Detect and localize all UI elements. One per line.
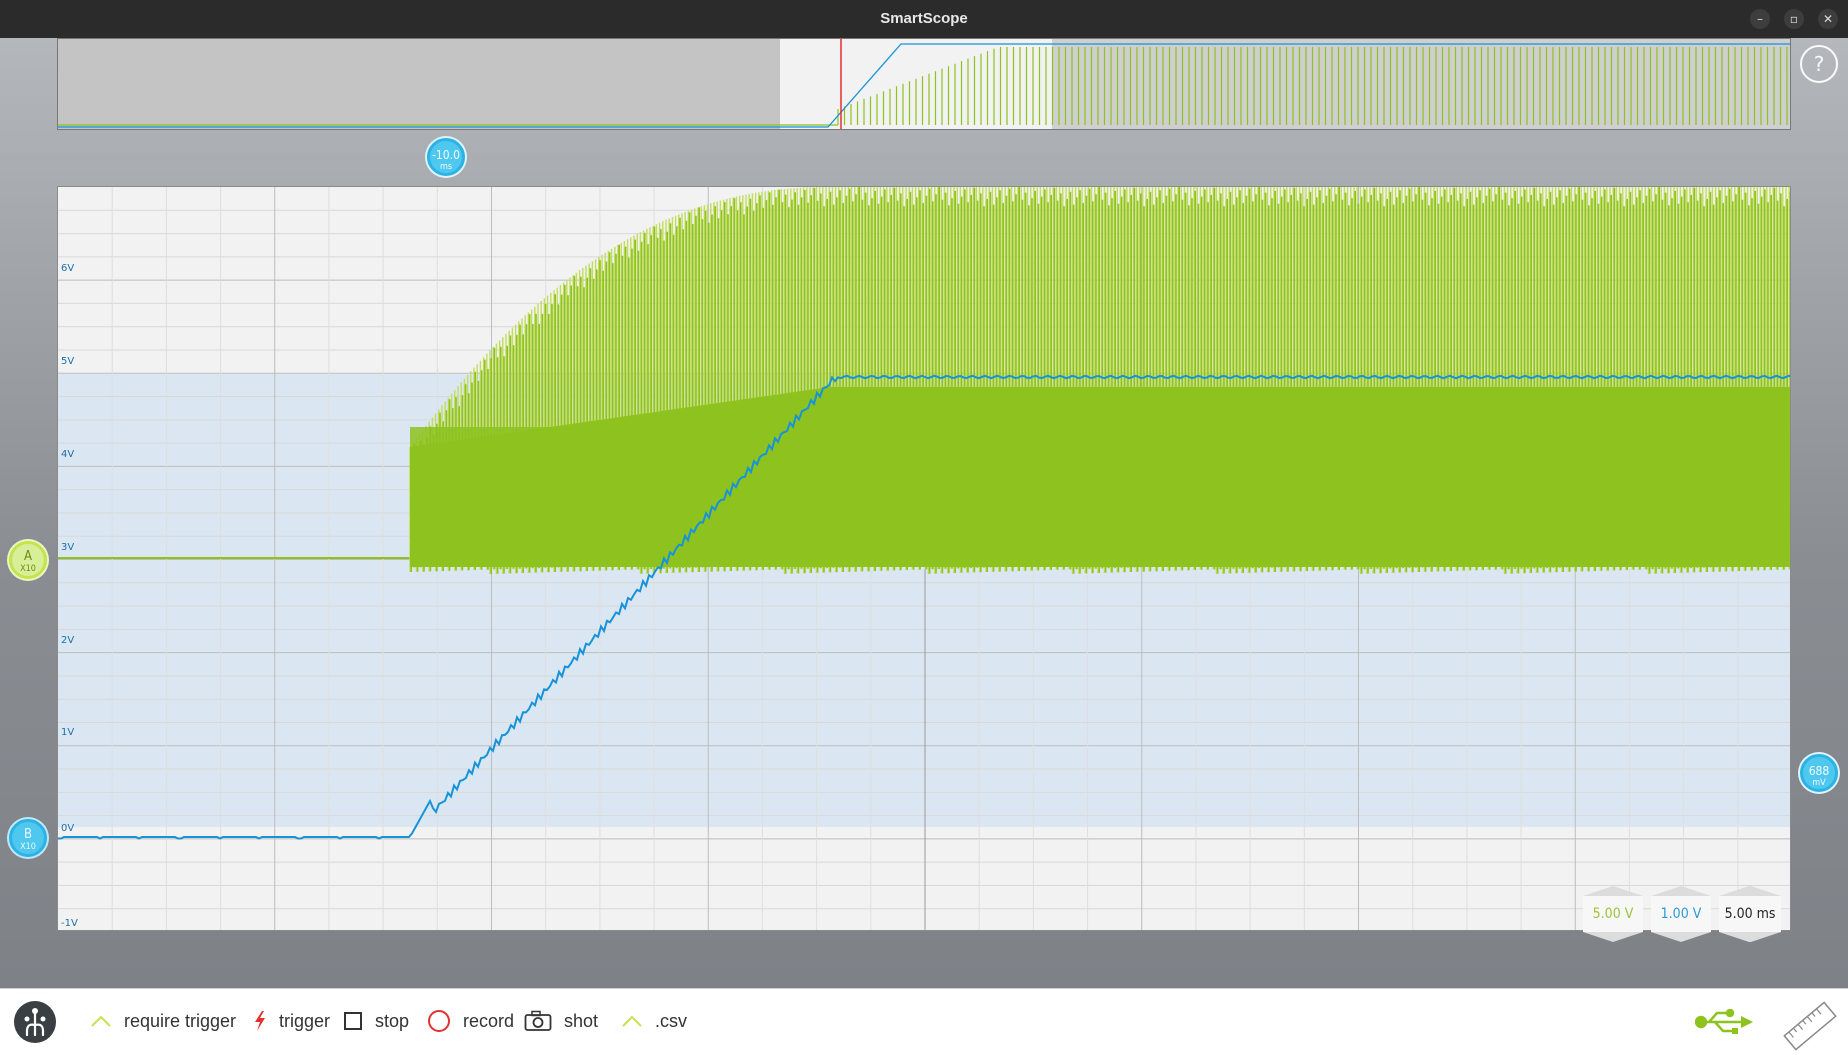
timebase-scale-value: 5.00 ms (1719, 896, 1781, 932)
close-button[interactable]: ✕ (1818, 9, 1838, 29)
record-button[interactable]: record (427, 1008, 514, 1034)
window-title: SmartScope (880, 10, 968, 27)
y-label-6v: 6V (61, 263, 74, 274)
channel-b-probe: X10 (20, 842, 36, 852)
minimize-button[interactable]: – (1750, 9, 1770, 29)
y-label-0v: 0V (61, 823, 74, 834)
circle-icon (427, 1009, 451, 1033)
shot-label: shot (564, 1010, 599, 1031)
trigger-level-value: 688 (1808, 764, 1830, 778)
timebase-scale-down[interactable] (1719, 932, 1781, 942)
stop-label: stop (375, 1010, 410, 1031)
ruler-icon[interactable] (1782, 1000, 1838, 1052)
square-icon (343, 1011, 363, 1031)
trigger-edge-icon (90, 1013, 112, 1029)
y-label-5v: 5V (61, 356, 74, 367)
maximize-button[interactable]: ▫ (1784, 9, 1804, 29)
channel-a-name: A (24, 549, 32, 564)
stop-button[interactable]: stop (343, 1008, 409, 1034)
channel-a-probe: X10 (20, 564, 36, 574)
csv-button[interactable]: .csv (621, 1008, 687, 1034)
channel-b-scale-up[interactable] (1651, 886, 1711, 896)
smartscope-logo-icon[interactable] (14, 1001, 56, 1043)
scope-graph: 6V 5V 4V 3V 2V 1V 0V -1V (58, 187, 1790, 930)
scope-plot[interactable]: 6V 5V 4V 3V 2V 1V 0V -1V (57, 186, 1791, 931)
csv-edge-icon (621, 1013, 643, 1029)
timebase-scale[interactable]: 5.00 ms (1719, 886, 1781, 942)
overview-strip[interactable] (57, 38, 1791, 130)
csv-label: .csv (655, 1010, 688, 1031)
channel-b-scale[interactable]: 1.00 V (1651, 886, 1711, 942)
time-marker[interactable]: -10.0 ms (427, 138, 465, 176)
trigger-level-unit: mV (1812, 778, 1826, 788)
y-label-4v: 4V (61, 449, 74, 460)
channel-a-scale-value: 5.00 V (1583, 896, 1643, 932)
y-label-minus-1v: -1V (61, 918, 78, 929)
lightning-icon (253, 1010, 267, 1032)
shot-button[interactable]: shot (524, 1008, 598, 1034)
title-bar: SmartScope – ▫ ✕ (0, 0, 1848, 38)
require-trigger-button[interactable]: require trigger (90, 1008, 236, 1034)
channel-a-scale-up[interactable] (1583, 886, 1643, 896)
require-trigger-label: require trigger (124, 1010, 237, 1031)
channel-b-name: B (23, 827, 33, 842)
trigger-level-marker[interactable]: 688 mV (1800, 754, 1838, 792)
overview-shade-left (58, 39, 780, 129)
channel-a-offset-marker[interactable]: A X10 (9, 541, 47, 579)
channel-b-offset-marker[interactable]: B X10 (9, 819, 47, 857)
usb-connected-icon (1695, 1009, 1755, 1035)
help-icon[interactable]: ? (1800, 45, 1838, 83)
overview-plot (58, 39, 1790, 129)
y-label-1v: 1V (61, 727, 74, 738)
time-marker-unit: ms (439, 162, 453, 172)
trigger-label: trigger (279, 1010, 331, 1031)
camera-icon (524, 1010, 552, 1032)
timebase-scale-up[interactable] (1719, 886, 1781, 896)
y-label-3v: 3V (61, 542, 74, 553)
channel-b-scale-down[interactable] (1651, 932, 1711, 942)
record-label: record (463, 1010, 515, 1031)
channel-a-scale-down[interactable] (1583, 932, 1643, 942)
channel-a-scale[interactable]: 5.00 V (1583, 886, 1643, 942)
time-marker-value: -10.0 (432, 148, 460, 162)
trigger-button[interactable]: trigger (253, 1008, 330, 1034)
y-label-2v: 2V (61, 635, 74, 646)
channel-b-scale-value: 1.00 V (1651, 896, 1711, 932)
